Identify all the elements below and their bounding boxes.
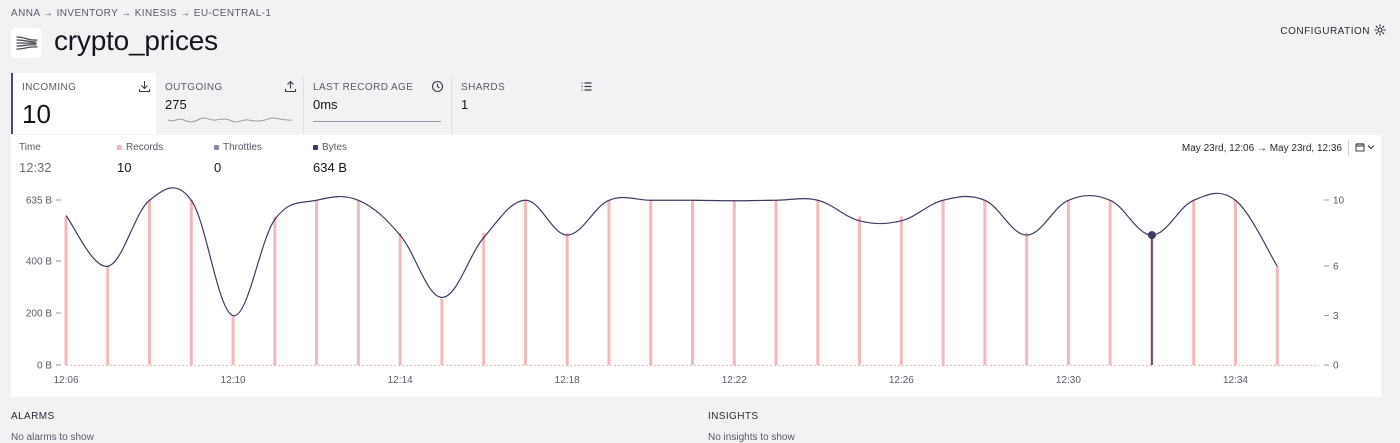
records-bar	[774, 200, 778, 365]
clock-icon	[431, 80, 444, 98]
x-tick-label: 12:06	[53, 375, 78, 386]
x-tick-label: 12:34	[1223, 375, 1248, 386]
records-bar	[899, 216, 903, 365]
hover-point	[1147, 231, 1156, 240]
y-right-tick-label: 0	[1333, 361, 1339, 372]
records-bar	[189, 200, 193, 365]
records-bar	[148, 200, 152, 365]
chart-panel: Time 12:32 Records 10 Throttles 0 Bytes …	[11, 135, 1381, 397]
insights-heading: INSIGHTS	[708, 411, 759, 422]
kinesis-stream-icon	[11, 28, 41, 58]
records-bar	[106, 266, 110, 365]
x-tick-label: 12:18	[555, 375, 580, 386]
list-icon	[580, 80, 593, 98]
records-bar	[1192, 200, 1196, 365]
records-bar	[732, 200, 736, 365]
configuration-label: CONFIGURATION	[1280, 26, 1370, 37]
bytes-records-chart[interactable]: 0 B 200 B 400 B 635 B 0 3 6 10 12:06 12:10 12:14 12…	[11, 135, 1381, 397]
age-sparkline	[313, 121, 441, 122]
x-tick-label: 12:14	[388, 375, 413, 386]
x-tick-label: 12:22	[722, 375, 747, 386]
records-bar	[941, 200, 945, 365]
configuration-button[interactable]: CONFIGURATION	[1280, 24, 1386, 39]
records-bar	[482, 233, 486, 365]
records-bar	[565, 233, 569, 365]
y-left-tick-label: 635 B	[26, 196, 52, 207]
tile-shards[interactable]: SHARDS 1	[452, 73, 598, 134]
upload-icon	[284, 80, 297, 98]
records-bar	[1233, 200, 1237, 365]
x-tick-label: 12:26	[889, 375, 914, 386]
records-bar	[983, 200, 987, 365]
records-bar	[816, 200, 820, 365]
records-bar	[1275, 266, 1279, 365]
insights-text: No insights to show	[708, 432, 795, 443]
tile-incoming[interactable]: INCOMING 10	[11, 73, 156, 134]
alarms-text: No alarms to show	[11, 432, 94, 443]
y-left-tick-label: 400 B	[26, 257, 52, 268]
records-bar	[440, 299, 444, 365]
bytes-series-line	[65, 187, 1278, 317]
tile-outgoing-value: 275	[165, 97, 187, 112]
tile-shards-label: SHARDS	[461, 82, 506, 93]
y-right-tick-label: 3	[1333, 311, 1339, 322]
records-bar	[1066, 200, 1070, 365]
tile-outgoing[interactable]: OUTGOING 275	[156, 73, 299, 134]
tile-incoming-label: INCOMING	[22, 82, 77, 93]
gear-icon	[1374, 24, 1386, 39]
download-icon	[138, 80, 151, 98]
x-tick-label: 12:30	[1056, 375, 1081, 386]
breadcrumb[interactable]: ANNA → INVENTORY → KINESIS → EU-CENTRAL-…	[11, 8, 271, 19]
x-tick-label: 12:10	[221, 375, 246, 386]
records-bar	[649, 200, 653, 365]
tile-incoming-value: 10	[22, 99, 51, 129]
metric-tiles: INCOMING 10 OUTGOING 275 LAST RECORD AGE…	[11, 73, 1381, 134]
tile-last-record-age-value: 0ms	[313, 97, 338, 112]
records-bar	[273, 216, 277, 365]
records-bar	[356, 200, 360, 365]
tile-last-record-age[interactable]: LAST RECORD AGE 0ms	[304, 73, 450, 134]
records-bar	[858, 216, 862, 365]
records-bar	[1025, 233, 1029, 365]
records-bar	[231, 315, 235, 365]
y-right-tick-label: 10	[1333, 196, 1345, 207]
tile-shards-value: 1	[461, 97, 469, 112]
records-bar	[64, 216, 68, 365]
records-bar	[398, 233, 402, 365]
tile-outgoing-label: OUTGOING	[165, 82, 223, 93]
records-bar	[691, 200, 694, 365]
tile-last-record-age-label: LAST RECORD AGE	[313, 82, 414, 93]
page-title: crypto_prices	[54, 25, 218, 56]
y-left-tick-label: 200 B	[26, 309, 52, 320]
records-bar	[523, 200, 527, 365]
records-bar	[315, 200, 319, 365]
outgoing-sparkline	[168, 117, 292, 123]
records-bar	[607, 200, 611, 365]
y-left-tick-label: 0 B	[37, 361, 52, 372]
y-right-tick-label: 6	[1333, 262, 1339, 273]
alarms-heading: ALARMS	[11, 411, 55, 422]
records-bar	[1108, 200, 1112, 365]
